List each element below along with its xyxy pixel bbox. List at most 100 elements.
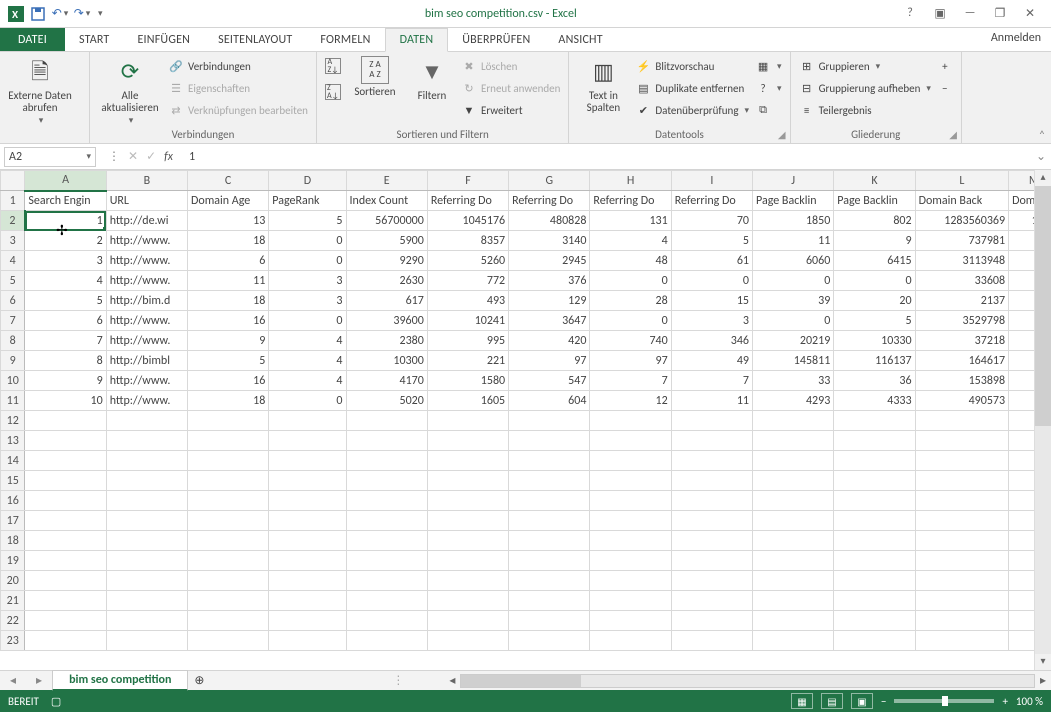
row-header[interactable]: 2 (1, 211, 25, 231)
cell[interactable] (834, 531, 915, 551)
cell[interactable] (346, 431, 427, 451)
cell[interactable]: 11 (753, 231, 834, 251)
cell[interactable] (834, 611, 915, 631)
cell[interactable] (269, 571, 346, 591)
undo-icon[interactable]: ↶▾ (52, 6, 68, 22)
cell[interactable] (346, 451, 427, 471)
cell[interactable] (106, 591, 187, 611)
cell[interactable] (106, 571, 187, 591)
cell[interactable]: 3 (269, 271, 346, 291)
tab-start[interactable]: START (65, 28, 124, 51)
view-pagebreak-button[interactable]: ▣ (851, 693, 873, 709)
zoom-slider[interactable] (894, 699, 994, 703)
cell[interactable] (269, 451, 346, 471)
cell[interactable] (106, 551, 187, 571)
cell[interactable] (590, 611, 671, 631)
cell[interactable] (509, 411, 590, 431)
vertical-scrollbar[interactable]: ▴ ▾ (1034, 170, 1051, 670)
cell[interactable] (590, 471, 671, 491)
select-all-corner[interactable] (1, 171, 25, 191)
cell[interactable] (25, 531, 106, 551)
cell[interactable]: 0 (834, 271, 915, 291)
cell[interactable] (25, 511, 106, 531)
cell[interactable] (671, 631, 752, 651)
cell[interactable]: Domain Age (187, 191, 268, 211)
cell[interactable]: 9290 (346, 251, 427, 271)
cell[interactable]: Index Count (346, 191, 427, 211)
cell[interactable] (427, 431, 508, 451)
cell[interactable] (753, 431, 834, 451)
cell[interactable]: 802 (834, 211, 915, 231)
cell[interactable]: 346 (671, 331, 752, 351)
cell[interactable]: 9 (25, 371, 106, 391)
cell[interactable]: http://bim.d (106, 291, 187, 311)
cell[interactable]: 5900 (346, 231, 427, 251)
cell[interactable]: 3 (269, 291, 346, 311)
column-header[interactable]: L (915, 171, 1009, 191)
view-normal-button[interactable]: ▦ (791, 693, 813, 709)
add-sheet-button[interactable]: ⊕ (188, 673, 210, 688)
cell[interactable]: 2630 (346, 271, 427, 291)
cell[interactable] (427, 491, 508, 511)
cell[interactable]: 0 (269, 231, 346, 251)
cell[interactable] (915, 471, 1009, 491)
cell[interactable]: 12 (590, 391, 671, 411)
cell[interactable]: 995 (427, 331, 508, 351)
row-header[interactable]: 18 (1, 531, 25, 551)
cell[interactable] (25, 471, 106, 491)
cancel-icon[interactable]: ✕ (128, 149, 138, 164)
tab-split-handle[interactable]: ⋮ (392, 673, 404, 688)
column-header[interactable]: F (427, 171, 508, 191)
cell[interactable]: 48 (590, 251, 671, 271)
cell[interactable] (187, 551, 268, 571)
cell[interactable]: 6060 (753, 251, 834, 271)
cell[interactable]: 36 (834, 371, 915, 391)
cell[interactable] (915, 631, 1009, 651)
cell[interactable]: 0 (590, 311, 671, 331)
expand-formula-bar[interactable]: ⌄ (1031, 149, 1051, 164)
scroll-up-button[interactable]: ▴ (1035, 170, 1051, 186)
subtotal-button[interactable]: ≡Teilergebnis (799, 100, 931, 120)
cell[interactable] (590, 571, 671, 591)
cell[interactable]: 11 (671, 391, 752, 411)
cell[interactable] (187, 471, 268, 491)
cell[interactable]: 0 (753, 271, 834, 291)
cell[interactable] (427, 451, 508, 471)
cell[interactable] (187, 511, 268, 531)
cell[interactable]: 604 (509, 391, 590, 411)
cell[interactable] (671, 411, 752, 431)
cell[interactable] (346, 611, 427, 631)
cell[interactable]: 2137 (915, 291, 1009, 311)
cell[interactable] (753, 611, 834, 631)
cell[interactable] (427, 511, 508, 531)
cell[interactable]: 740 (590, 331, 671, 351)
cell[interactable] (269, 531, 346, 551)
cell[interactable]: 5 (671, 231, 752, 251)
cell[interactable] (834, 631, 915, 651)
cell[interactable]: 0 (590, 271, 671, 291)
cell[interactable] (187, 571, 268, 591)
scroll-left-button[interactable]: ◂ (444, 673, 460, 688)
cell[interactable]: Referring Do (671, 191, 752, 211)
fx-icon[interactable]: fx (164, 150, 173, 164)
cell[interactable] (834, 431, 915, 451)
cell[interactable] (106, 511, 187, 531)
cell[interactable] (915, 531, 1009, 551)
cell[interactable] (25, 571, 106, 591)
column-header[interactable]: I (671, 171, 752, 191)
cell[interactable] (834, 511, 915, 531)
cell[interactable] (671, 611, 752, 631)
cell[interactable] (25, 411, 106, 431)
cell[interactable]: 490573 (915, 391, 1009, 411)
tab-view[interactable]: ANSICHT (544, 28, 616, 51)
scroll-right-button[interactable]: ▸ (1035, 673, 1051, 688)
cell[interactable]: 15 (671, 291, 752, 311)
cell[interactable] (269, 491, 346, 511)
cell[interactable] (25, 611, 106, 631)
cell[interactable]: Referring Do (590, 191, 671, 211)
cell[interactable] (346, 411, 427, 431)
cell[interactable]: 18 (187, 391, 268, 411)
cell[interactable] (427, 591, 508, 611)
column-header[interactable]: A (25, 171, 106, 191)
minimize-button[interactable]: — (959, 6, 981, 21)
